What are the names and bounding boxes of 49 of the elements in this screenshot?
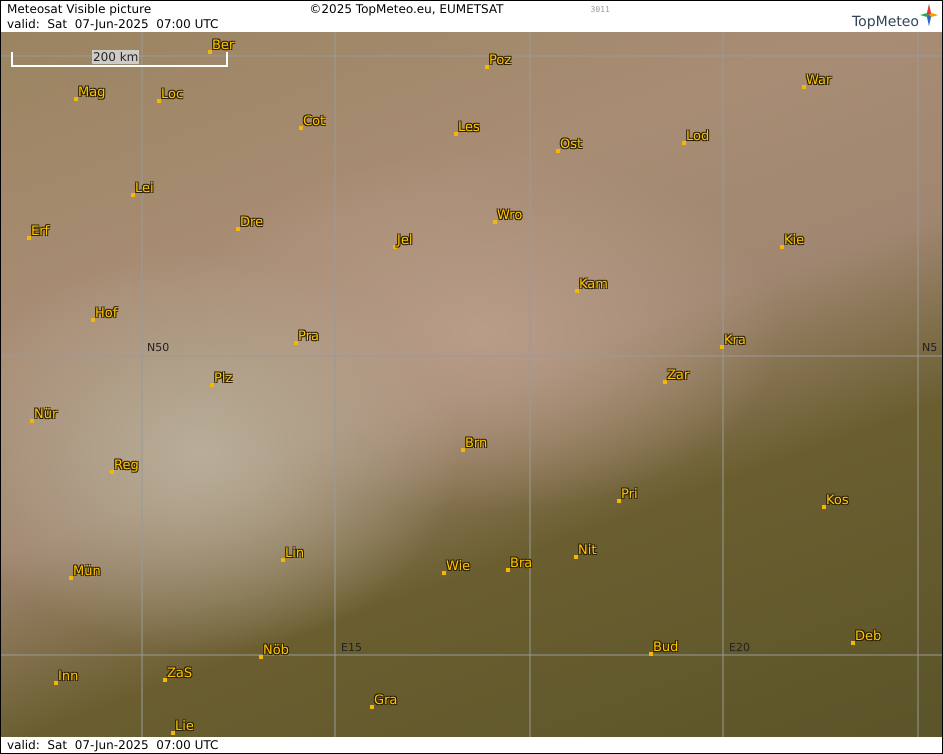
valid-time: valid: Sat 07-Jun-2025 07:00 UTC <box>7 17 218 32</box>
city-label: Bud <box>653 641 678 655</box>
city-label: Erf <box>31 225 50 239</box>
city-label: Ber <box>212 39 234 53</box>
image-code: 3011 <box>590 5 610 16</box>
scale-label: 200 km <box>92 50 140 64</box>
city-label: Kra <box>724 334 746 348</box>
city-label: Lie <box>175 720 194 734</box>
city-label: ZaS <box>167 667 192 681</box>
city-label: Zar <box>667 369 690 383</box>
grid-label: E20 <box>729 642 750 654</box>
grid-label: E15 <box>341 642 362 654</box>
city-label: Loc <box>161 88 184 102</box>
city-label: Mün <box>73 565 101 579</box>
city-label: Poz <box>489 54 512 68</box>
city-label: Ost <box>560 138 582 152</box>
city-label: Hof <box>95 307 118 321</box>
city-label: Plz <box>214 372 232 386</box>
city-label: Deb <box>855 630 882 644</box>
copyright-text: ©2025 TopMeteo.eu, EUMETSAT <box>309 1 504 18</box>
city-label: War <box>806 74 832 88</box>
city-label: Les <box>458 121 480 135</box>
city-label: Dre <box>240 216 264 230</box>
city-label: Pri <box>621 488 638 502</box>
grid-label: N5 <box>922 342 938 354</box>
city-label: Kie <box>784 234 804 248</box>
grid-label: N50 <box>147 342 170 354</box>
city-label: Lin <box>285 547 304 561</box>
picture-title: Meteosat Visible picture <box>7 2 152 17</box>
city-label: Wie <box>446 560 470 574</box>
city-label: Nür <box>34 408 58 422</box>
city-label: Kos <box>826 494 849 508</box>
city-label: Cot <box>303 115 326 129</box>
city-label: Nöb <box>263 644 289 658</box>
city-label: Inn <box>58 670 78 684</box>
city-label: Lei <box>135 182 154 196</box>
city-label: Nit <box>578 544 596 558</box>
city-label: Jel <box>397 234 412 248</box>
valid-time: valid: Sat 07-Jun-2025 07:00 UTC <box>7 738 218 752</box>
city-label: Lod <box>686 130 710 144</box>
city-label: Wro <box>497 209 522 223</box>
city-label: Kam <box>579 278 608 292</box>
city-label: Pra <box>298 330 319 344</box>
city-label: Reg <box>114 459 139 473</box>
city-label: Mag <box>78 86 106 100</box>
logo-text: TopMeteo <box>852 14 919 30</box>
compass-star-icon <box>919 2 939 28</box>
city-label: Gra <box>374 694 398 708</box>
city-label: Brn <box>465 437 488 451</box>
